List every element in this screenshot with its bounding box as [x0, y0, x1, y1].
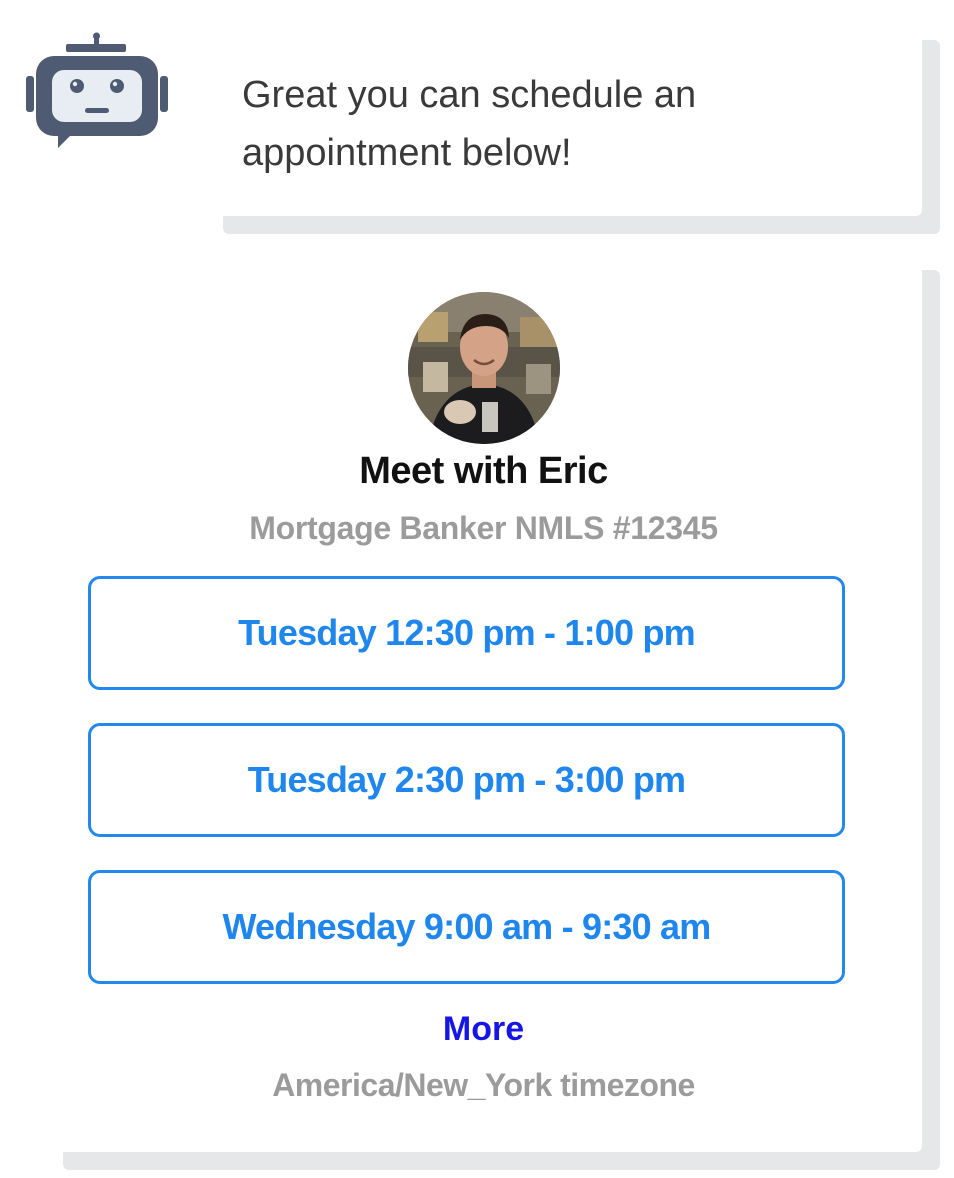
scheduler-subtitle: Mortgage Banker NMLS #12345	[249, 510, 718, 546]
bot-avatar	[22, 32, 172, 150]
scheduling-card: Meet with Eric Mortgage Banker NMLS #123…	[45, 252, 922, 1152]
time-slot-button[interactable]: Wednesday 9:00 am - 9:30 am	[88, 870, 845, 984]
bot-message-text: Great you can schedule an appointment be…	[242, 74, 697, 174]
robot-chat-icon	[26, 32, 168, 148]
timezone-label: America/New_York timezone	[272, 1067, 695, 1103]
scheduler-name: Meet with Eric	[359, 450, 608, 492]
bot-message-bubble: Great you can schedule an appointment be…	[205, 22, 922, 216]
time-slot-button[interactable]: Tuesday 2:30 pm - 3:00 pm	[88, 723, 845, 837]
more-slots-link[interactable]: More	[45, 1010, 922, 1049]
profile-photo	[408, 292, 560, 444]
time-slot-button[interactable]: Tuesday 12:30 pm - 1:00 pm	[88, 576, 845, 690]
